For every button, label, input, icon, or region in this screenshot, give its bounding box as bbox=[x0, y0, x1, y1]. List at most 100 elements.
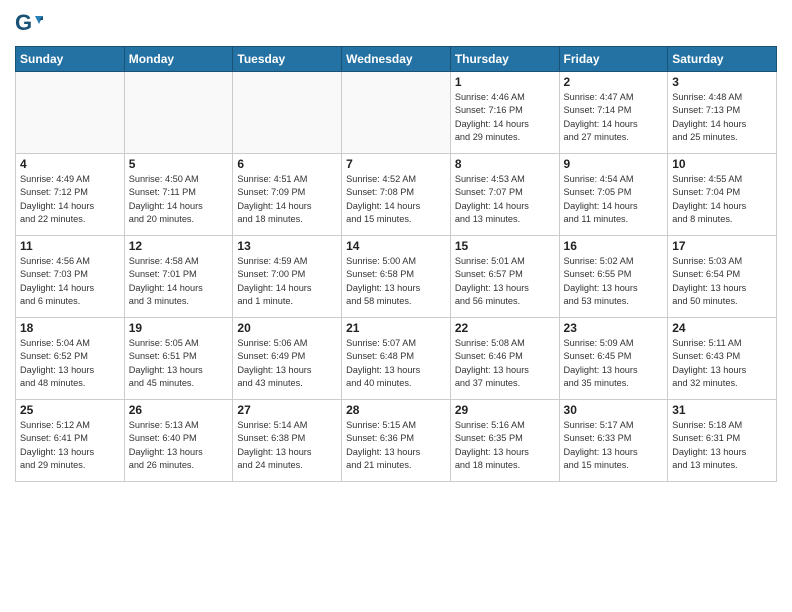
calendar-cell: 18 Sunrise: 5:04 AMSunset: 6:52 PMDayligh… bbox=[16, 318, 125, 400]
sun-info: Sunrise: 5:16 AMSunset: 6:35 PMDaylight:… bbox=[455, 419, 555, 472]
calendar-cell: 25Sunrise: 5:12 AMSunset: 6:41 PMDayligh… bbox=[16, 400, 125, 482]
day-number: 14 bbox=[346, 239, 446, 253]
day-number: 20 bbox=[237, 321, 337, 335]
calendar-cell: 19 Sunrise: 5:05 AMSunset: 6:51 PMDayligh… bbox=[124, 318, 233, 400]
calendar-cell: 12 Sunrise: 4:58 AMSunset: 7:01 PMDayligh… bbox=[124, 236, 233, 318]
calendar-cell: 11 Sunrise: 4:56 AMSunset: 7:03 PMDayligh… bbox=[16, 236, 125, 318]
day-number: 9 bbox=[564, 157, 664, 171]
day-number: 27 bbox=[237, 403, 337, 417]
calendar-table: SundayMondayTuesdayWednesdayThursdayFrid… bbox=[15, 46, 777, 482]
day-number: 6 bbox=[237, 157, 337, 171]
sun-info: Sunrise: 4:47 AMSunset: 7:14 PMDaylight:… bbox=[564, 91, 664, 144]
day-number: 11 bbox=[20, 239, 120, 253]
day-number: 7 bbox=[346, 157, 446, 171]
day-number: 25 bbox=[20, 403, 120, 417]
sun-info: Sunrise: 4:59 AMSunset: 7:00 PMDaylight:… bbox=[237, 255, 337, 308]
calendar-cell: 17 Sunrise: 5:03 AMSunset: 6:54 PMDayligh… bbox=[668, 236, 777, 318]
day-number: 17 bbox=[672, 239, 772, 253]
logo: G bbox=[15, 10, 47, 38]
sun-info: Sunrise: 5:03 AMSunset: 6:54 PMDaylight:… bbox=[672, 255, 772, 308]
calendar-cell: 8 Sunrise: 4:53 AMSunset: 7:07 PMDaylight… bbox=[450, 154, 559, 236]
weekday-header-tuesday: Tuesday bbox=[233, 47, 342, 72]
day-number: 12 bbox=[129, 239, 229, 253]
day-number: 31 bbox=[672, 403, 772, 417]
calendar-cell: 21 Sunrise: 5:07 AMSunset: 6:48 PMDayligh… bbox=[342, 318, 451, 400]
sun-info: Sunrise: 5:02 AMSunset: 6:55 PMDaylight:… bbox=[564, 255, 664, 308]
day-number: 19 bbox=[129, 321, 229, 335]
day-number: 28 bbox=[346, 403, 446, 417]
calendar-cell: 30Sunrise: 5:17 AMSunset: 6:33 PMDayligh… bbox=[559, 400, 668, 482]
sun-info: Sunrise: 4:52 AMSunset: 7:08 PMDaylight:… bbox=[346, 173, 446, 226]
sun-info: Sunrise: 5:00 AMSunset: 6:58 PMDaylight:… bbox=[346, 255, 446, 308]
weekday-header-monday: Monday bbox=[124, 47, 233, 72]
day-number: 21 bbox=[346, 321, 446, 335]
calendar-cell: 27Sunrise: 5:14 AMSunset: 6:38 PMDayligh… bbox=[233, 400, 342, 482]
sun-info: Sunrise: 5:04 AMSunset: 6:52 PMDaylight:… bbox=[20, 337, 120, 390]
calendar-cell bbox=[233, 72, 342, 154]
day-number: 4 bbox=[20, 157, 120, 171]
calendar-cell: 31 Sunrise: 5:18 AMSunset: 6:31 PMDayligh… bbox=[668, 400, 777, 482]
week-row-3: 11 Sunrise: 4:56 AMSunset: 7:03 PMDayligh… bbox=[16, 236, 777, 318]
day-number: 13 bbox=[237, 239, 337, 253]
page: G SundayMondayTuesdayWednesdayThursdayFr… bbox=[0, 0, 792, 612]
calendar-cell bbox=[342, 72, 451, 154]
calendar-cell: 6 Sunrise: 4:51 AMSunset: 7:09 PMDaylight… bbox=[233, 154, 342, 236]
logo-icon: G bbox=[15, 10, 43, 38]
week-row-5: 25Sunrise: 5:12 AMSunset: 6:41 PMDayligh… bbox=[16, 400, 777, 482]
calendar-cell: 28 Sunrise: 5:15 AMSunset: 6:36 PMDayligh… bbox=[342, 400, 451, 482]
sun-info: Sunrise: 4:51 AMSunset: 7:09 PMDaylight:… bbox=[237, 173, 337, 226]
sun-info: Sunrise: 4:50 AMSunset: 7:11 PMDaylight:… bbox=[129, 173, 229, 226]
sun-info: Sunrise: 4:46 AMSunset: 7:16 PMDaylight:… bbox=[455, 91, 555, 144]
weekday-header-row: SundayMondayTuesdayWednesdayThursdayFrid… bbox=[16, 47, 777, 72]
day-number: 26 bbox=[129, 403, 229, 417]
sun-info: Sunrise: 4:48 AMSunset: 7:13 PMDaylight:… bbox=[672, 91, 772, 144]
calendar-cell: 24Sunrise: 5:11 AMSunset: 6:43 PMDayligh… bbox=[668, 318, 777, 400]
week-row-1: 1Sunrise: 4:46 AMSunset: 7:16 PMDaylight… bbox=[16, 72, 777, 154]
sun-info: Sunrise: 5:07 AMSunset: 6:48 PMDaylight:… bbox=[346, 337, 446, 390]
calendar-cell bbox=[16, 72, 125, 154]
sun-info: Sunrise: 5:06 AMSunset: 6:49 PMDaylight:… bbox=[237, 337, 337, 390]
weekday-header-sunday: Sunday bbox=[16, 47, 125, 72]
calendar-cell: 13 Sunrise: 4:59 AMSunset: 7:00 PMDayligh… bbox=[233, 236, 342, 318]
sun-info: Sunrise: 5:01 AMSunset: 6:57 PMDaylight:… bbox=[455, 255, 555, 308]
calendar-cell: 22 Sunrise: 5:08 AMSunset: 6:46 PMDayligh… bbox=[450, 318, 559, 400]
calendar-cell: 29 Sunrise: 5:16 AMSunset: 6:35 PMDayligh… bbox=[450, 400, 559, 482]
calendar-cell: 16 Sunrise: 5:02 AMSunset: 6:55 PMDayligh… bbox=[559, 236, 668, 318]
day-number: 8 bbox=[455, 157, 555, 171]
sun-info: Sunrise: 5:13 AMSunset: 6:40 PMDaylight:… bbox=[129, 419, 229, 472]
calendar-cell: 10Sunrise: 4:55 AMSunset: 7:04 PMDayligh… bbox=[668, 154, 777, 236]
day-number: 22 bbox=[455, 321, 555, 335]
calendar-cell: 2 Sunrise: 4:47 AMSunset: 7:14 PMDaylight… bbox=[559, 72, 668, 154]
day-number: 2 bbox=[564, 75, 664, 89]
weekday-header-wednesday: Wednesday bbox=[342, 47, 451, 72]
calendar-cell: 14 Sunrise: 5:00 AMSunset: 6:58 PMDayligh… bbox=[342, 236, 451, 318]
sun-info: Sunrise: 4:58 AMSunset: 7:01 PMDaylight:… bbox=[129, 255, 229, 308]
svg-text:G: G bbox=[15, 10, 32, 35]
sun-info: Sunrise: 5:05 AMSunset: 6:51 PMDaylight:… bbox=[129, 337, 229, 390]
sun-info: Sunrise: 4:53 AMSunset: 7:07 PMDaylight:… bbox=[455, 173, 555, 226]
day-number: 18 bbox=[20, 321, 120, 335]
calendar-cell: 7 Sunrise: 4:52 AMSunset: 7:08 PMDaylight… bbox=[342, 154, 451, 236]
day-number: 15 bbox=[455, 239, 555, 253]
day-number: 10 bbox=[672, 157, 772, 171]
header: G bbox=[15, 10, 777, 38]
week-row-2: 4Sunrise: 4:49 AMSunset: 7:12 PMDaylight… bbox=[16, 154, 777, 236]
calendar-cell: 23Sunrise: 5:09 AMSunset: 6:45 PMDayligh… bbox=[559, 318, 668, 400]
sun-info: Sunrise: 5:15 AMSunset: 6:36 PMDaylight:… bbox=[346, 419, 446, 472]
week-row-4: 18 Sunrise: 5:04 AMSunset: 6:52 PMDayligh… bbox=[16, 318, 777, 400]
day-number: 3 bbox=[672, 75, 772, 89]
sun-info: Sunrise: 5:08 AMSunset: 6:46 PMDaylight:… bbox=[455, 337, 555, 390]
day-number: 29 bbox=[455, 403, 555, 417]
calendar-cell: 9 Sunrise: 4:54 AMSunset: 7:05 PMDaylight… bbox=[559, 154, 668, 236]
calendar-cell: 4Sunrise: 4:49 AMSunset: 7:12 PMDaylight… bbox=[16, 154, 125, 236]
weekday-header-saturday: Saturday bbox=[668, 47, 777, 72]
sun-info: Sunrise: 5:09 AMSunset: 6:45 PMDaylight:… bbox=[564, 337, 664, 390]
sun-info: Sunrise: 5:18 AMSunset: 6:31 PMDaylight:… bbox=[672, 419, 772, 472]
weekday-header-friday: Friday bbox=[559, 47, 668, 72]
sun-info: Sunrise: 4:56 AMSunset: 7:03 PMDaylight:… bbox=[20, 255, 120, 308]
day-number: 16 bbox=[564, 239, 664, 253]
sun-info: Sunrise: 4:54 AMSunset: 7:05 PMDaylight:… bbox=[564, 173, 664, 226]
calendar-cell: 15 Sunrise: 5:01 AMSunset: 6:57 PMDayligh… bbox=[450, 236, 559, 318]
calendar-cell: 5Sunrise: 4:50 AMSunset: 7:11 PMDaylight… bbox=[124, 154, 233, 236]
calendar-cell: 20 Sunrise: 5:06 AMSunset: 6:49 PMDayligh… bbox=[233, 318, 342, 400]
